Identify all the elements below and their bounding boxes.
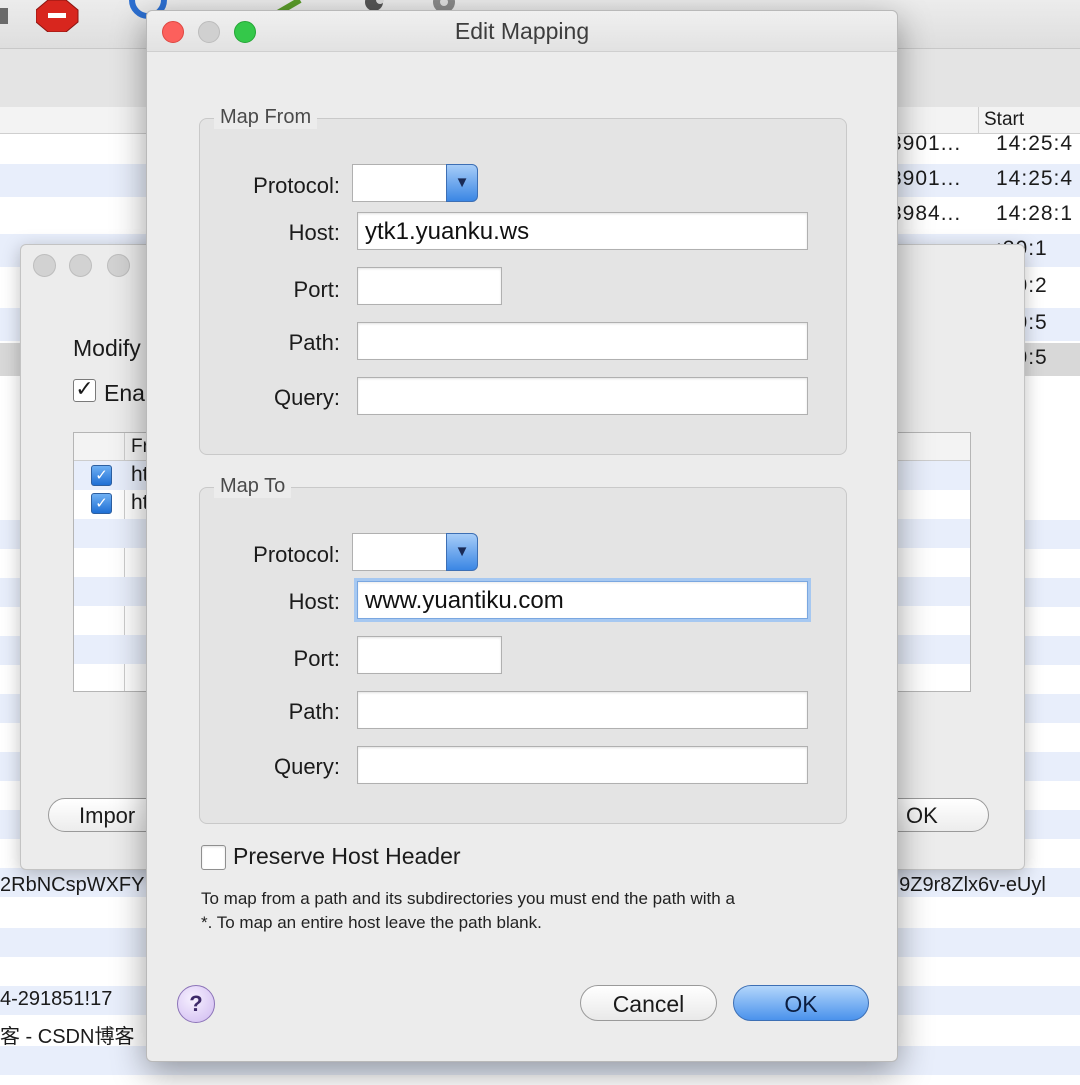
inactive-minimize-button[interactable] (69, 254, 92, 277)
toolbar-icon-partial[interactable] (0, 0, 30, 30)
background-request-text: 客 - CSDN博客 (0, 1026, 135, 1048)
to-host-input[interactable]: www.yuantiku.com (357, 581, 808, 619)
preserve-host-checkbox[interactable] (201, 845, 226, 870)
background-request-text: 4-291851!17 (0, 988, 113, 1010)
title-bar[interactable]: Edit Mapping (147, 11, 897, 52)
background-request-text: g9Z9r8Zlx6v-eUyl (888, 874, 1046, 896)
inactive-zoom-button[interactable] (107, 254, 130, 277)
to-port-input[interactable] (357, 636, 502, 674)
start-column-header[interactable]: Start (984, 109, 1024, 131)
from-port-input[interactable] (357, 267, 502, 305)
enable-checkbox[interactable]: ✓ (73, 378, 96, 402)
host-label: Host: (288, 220, 340, 245)
path-label: Path: (288, 699, 340, 724)
rule-enabled-checkbox[interactable]: ✓ (91, 493, 112, 514)
from-path-input[interactable] (357, 322, 808, 360)
help-button[interactable]: ? (177, 985, 215, 1023)
port-label: Port: (293, 646, 340, 671)
map-from-legend: Map From (214, 106, 318, 129)
query-label: Query: (273, 754, 340, 779)
background-request-text: 2RbNCspWXFY (0, 874, 145, 896)
map-from-group: Map From Protocol: ▼ Host: ytk1.yuanku.w… (199, 106, 847, 455)
from-host-input[interactable]: ytk1.yuanku.ws (357, 212, 808, 250)
to-path-input[interactable] (357, 691, 808, 729)
inactive-close-button[interactable] (33, 254, 56, 277)
from-protocol-select[interactable]: ▼ (352, 164, 480, 202)
from-query-input[interactable] (357, 377, 808, 415)
query-label: Query: (273, 385, 340, 410)
to-protocol-select[interactable]: ▼ (352, 533, 480, 571)
protocol-label: Protocol: (253, 173, 340, 198)
path-label: Path: (288, 330, 340, 355)
ok-button[interactable]: OK (733, 985, 869, 1021)
edit-mapping-dialog: Edit Mapping Map From Protocol: ▼ Host: … (146, 10, 898, 1062)
dialog-title: Edit Mapping (454, 18, 590, 44)
stop-icon[interactable] (35, 0, 79, 33)
chevron-down-icon[interactable]: ▼ (446, 164, 478, 202)
map-to-group: Map To Protocol: ▼ Host: www.yuantiku.co… (199, 475, 847, 824)
protocol-label: Protocol: (253, 542, 340, 567)
help-text-line-2: *. To map an entire host leave the path … (201, 913, 542, 932)
help-text-line-1: To map from a path and its subdirectorie… (201, 889, 735, 908)
port-label: Port: (293, 277, 340, 302)
to-query-input[interactable] (357, 746, 808, 784)
modify-label: Modify (73, 335, 141, 361)
map-to-legend: Map To (214, 475, 292, 498)
host-label: Host: (288, 589, 340, 614)
preserve-host-label[interactable]: Preserve Host Header (233, 843, 461, 870)
cancel-button[interactable]: Cancel (580, 985, 717, 1021)
chevron-down-icon[interactable]: ▼ (446, 533, 478, 571)
enable-label: Ena (104, 380, 145, 406)
rule-enabled-checkbox[interactable]: ✓ (91, 465, 112, 486)
